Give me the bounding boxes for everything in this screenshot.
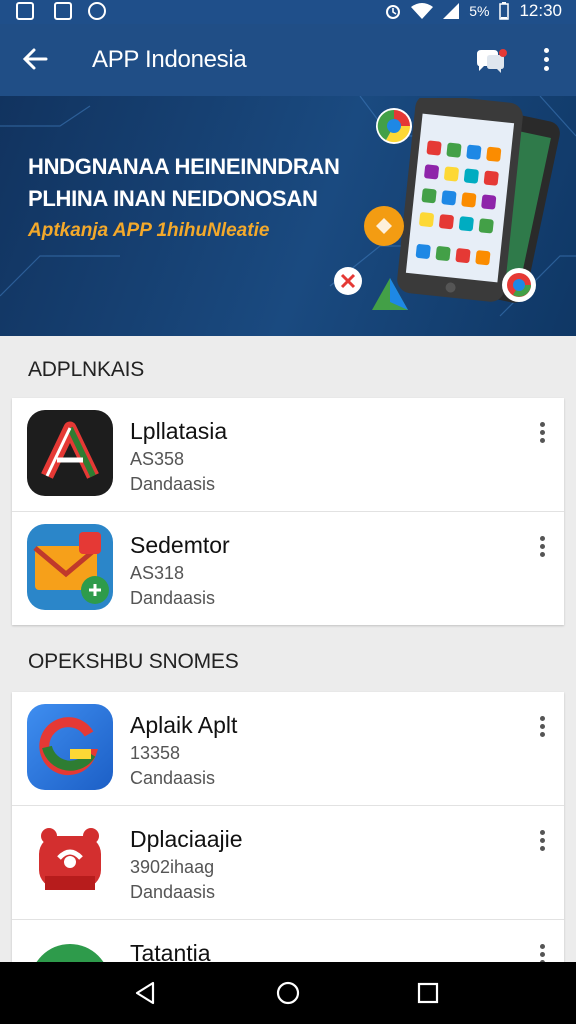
app-developer: Candaasis	[130, 768, 216, 788]
red-mascot-icon	[27, 818, 113, 904]
app-meta: AS318	[130, 563, 185, 583]
wifi-icon	[411, 3, 434, 19]
system-navigation-bar	[0, 962, 576, 1024]
app-list-item[interactable]: Lpllatasia AS358 Dandaasis	[12, 398, 564, 512]
promo-banner[interactable]: HNDGNANAA HEINEINNDRAN PLHINA INAN NEIDO…	[0, 96, 576, 336]
app-name: Sedemtor	[130, 532, 230, 558]
section-title: OPEKSHBU SNOMES	[28, 650, 239, 673]
alarm-icon	[386, 5, 401, 19]
chat-notification-icon[interactable]	[474, 48, 508, 76]
app-meta: 13358	[130, 743, 181, 763]
nav-recents-icon[interactable]	[417, 982, 439, 1004]
app-name: Aplaik Aplt	[130, 712, 238, 738]
app-name: Tatantia	[130, 940, 211, 962]
app-bar-title: APP Indonesia	[92, 46, 247, 73]
app-list-card: Aplaik Aplt 13358 Candaasis Dplaciaajie …	[12, 692, 564, 962]
banner-headline-2: PLHINA INAN NEIDONOSAN	[28, 186, 318, 211]
app-meta: AS358	[130, 449, 185, 469]
status-bar: 5% 12:30	[0, 0, 576, 24]
floating-red-icon	[334, 267, 362, 295]
mail-envelope-icon	[27, 524, 113, 610]
green-yellow-icon	[27, 932, 113, 962]
gallery-notification-icon	[16, 2, 34, 20]
item-overflow-icon[interactable]	[534, 716, 550, 738]
section-title: ADPLNKAIS	[28, 358, 145, 381]
calendar-notification-icon	[54, 2, 72, 20]
item-overflow-icon[interactable]	[534, 944, 550, 962]
g-logo-icon	[27, 704, 113, 790]
floating-chrome-icon	[376, 108, 412, 144]
banner-headline-1: HNDGNANAA HEINEINNDRAN	[28, 154, 340, 179]
nav-back-icon[interactable]	[134, 981, 156, 1005]
floating-chrome-small-icon	[502, 268, 536, 302]
app-name: Dplaciaajie	[130, 826, 243, 852]
app-developer: Dandaasis	[130, 882, 216, 902]
battery-icon	[499, 2, 510, 20]
floating-orange-badge-icon	[364, 206, 404, 246]
app-developer: Dandaasis	[130, 588, 216, 608]
app-list-item[interactable]: Aplaik Aplt 13358 Candaasis	[12, 692, 564, 806]
floating-arrow-icon	[372, 278, 408, 310]
back-arrow-icon[interactable]	[22, 46, 48, 72]
item-overflow-icon[interactable]	[534, 422, 550, 444]
app-developer: Dandaasis	[130, 474, 216, 494]
app-list-item[interactable]: Tatantia	[12, 920, 564, 962]
item-overflow-icon[interactable]	[534, 830, 550, 852]
red-a-logo-icon	[27, 410, 113, 496]
banner-tagline: Aptkanja APP 1hihuNleatie	[28, 220, 270, 241]
nav-home-icon[interactable]	[275, 980, 301, 1006]
app-list-item[interactable]: Dplaciaajie 3902ihaag Dandaasis	[12, 806, 564, 920]
item-overflow-icon[interactable]	[534, 536, 550, 558]
status-time: 12:30	[519, 1, 562, 20]
sync-notification-icon	[88, 2, 106, 20]
cell-signal-icon	[443, 3, 460, 19]
app-meta: 3902ihaag	[130, 857, 215, 877]
app-name: Lpllatasia	[130, 418, 228, 444]
overflow-menu-icon[interactable]	[536, 48, 556, 74]
battery-text: 5%	[469, 3, 490, 19]
app-list-card: Lpllatasia AS358 Dandaasis Sedemtor AS31…	[12, 398, 564, 625]
app-bar: APP Indonesia	[0, 24, 576, 96]
app-list-item[interactable]: Sedemtor AS318 Dandaasis	[12, 512, 564, 625]
